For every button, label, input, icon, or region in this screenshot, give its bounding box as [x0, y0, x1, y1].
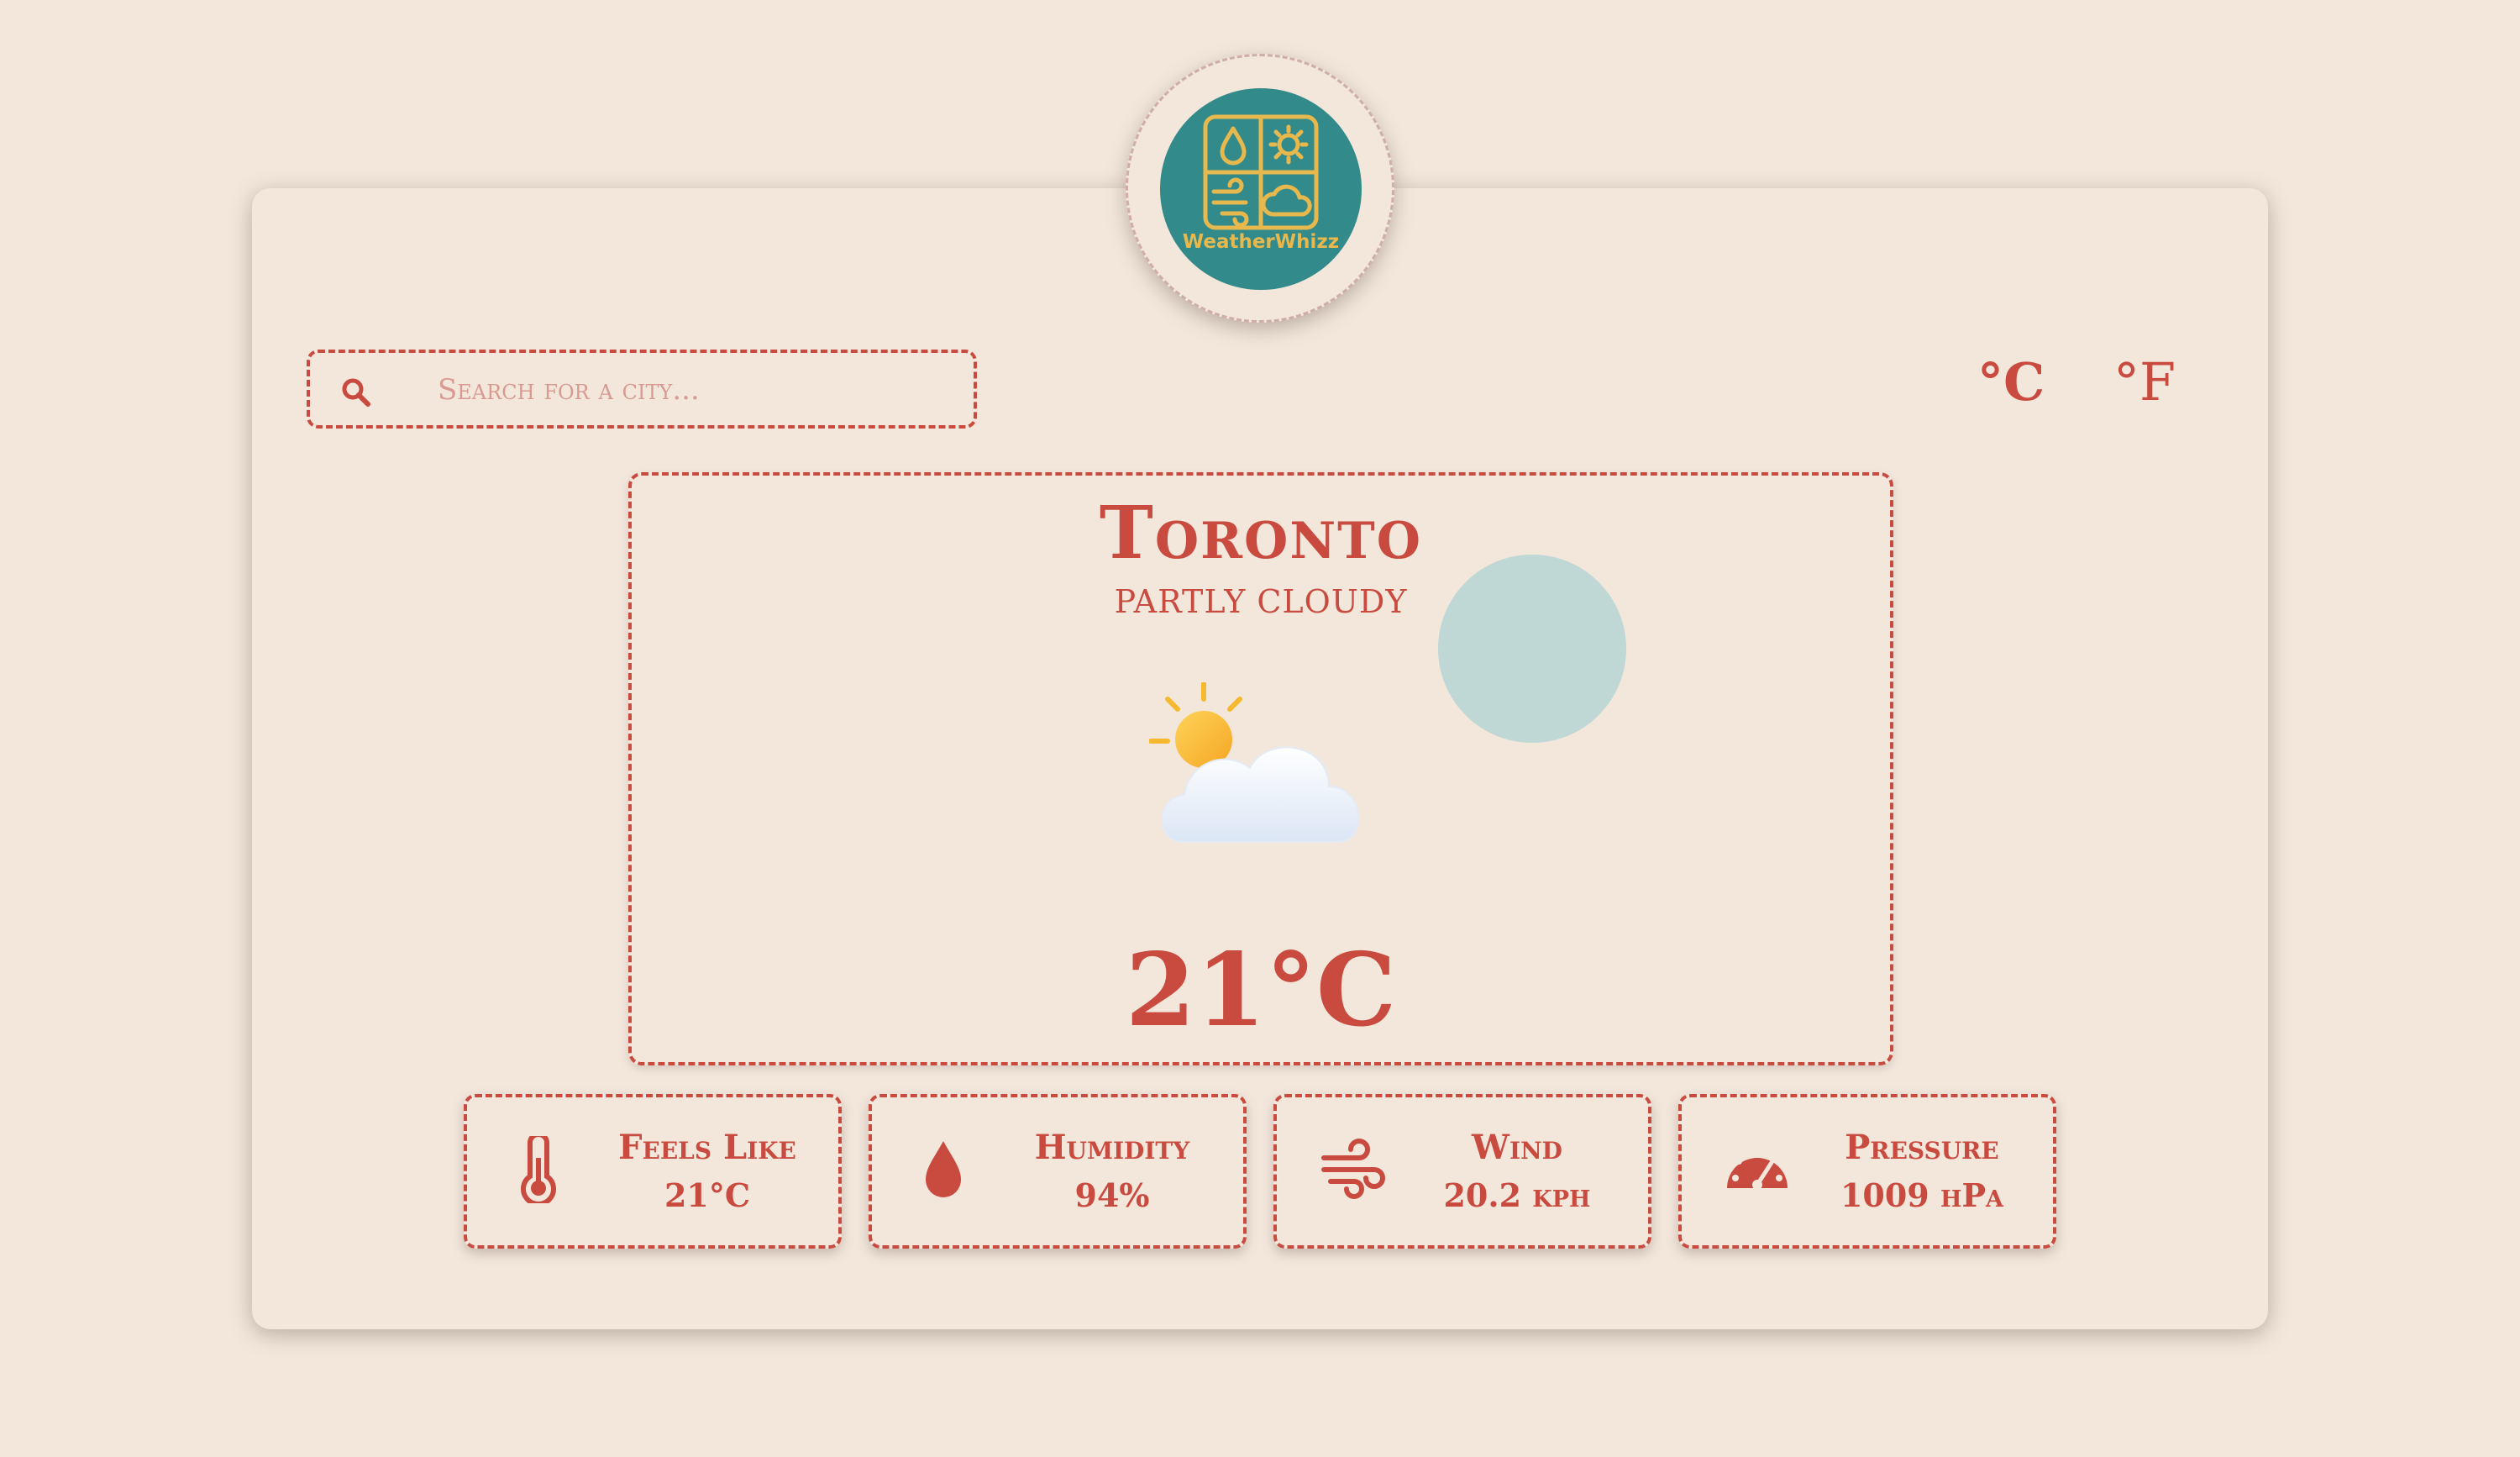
- logo-text: WeatherWhizz: [1182, 231, 1340, 253]
- thermometer-icon: [521, 1136, 556, 1203]
- current-temperature: 21°C: [1125, 931, 1397, 1049]
- search-box[interactable]: [307, 350, 977, 429]
- wind-label: Wind: [1472, 1128, 1562, 1167]
- gauge-icon: [1727, 1149, 1788, 1190]
- current-weather-panel: Toronto PARTLY CLOUDY 21°C: [628, 472, 1893, 1065]
- search-input[interactable]: [436, 368, 943, 412]
- humidity-label: Humidity: [1034, 1128, 1190, 1167]
- feels-like-tile: Feels Like 21°C: [464, 1094, 842, 1249]
- celsius-toggle[interactable]: °C: [1977, 351, 2045, 413]
- weather-grid-icon: [1203, 114, 1319, 230]
- wind-tile: Wind 20.2 kph: [1273, 1094, 1651, 1249]
- wind-value: 20.2 kph: [1443, 1176, 1591, 1214]
- pressure-label: Pressure: [1845, 1128, 1999, 1167]
- humidity-tile: Humidity 94%: [869, 1094, 1247, 1249]
- search-icon[interactable]: [340, 376, 372, 408]
- wind-icon: [1321, 1139, 1385, 1199]
- weather-condition: PARTLY CLOUDY: [1114, 583, 1408, 620]
- pressure-value: 1009 hPa: [1840, 1176, 2004, 1214]
- partly-cloudy-icon: [1149, 682, 1360, 843]
- fahrenheit-toggle[interactable]: °F: [2113, 351, 2176, 413]
- city-name: Toronto: [1099, 491, 1423, 576]
- pressure-tile: Pressure 1009 hPa: [1678, 1094, 2056, 1249]
- humidity-value: 94%: [1074, 1176, 1150, 1214]
- feels-like-value: 21°C: [664, 1176, 751, 1214]
- app-logo: WeatherWhizz: [1160, 88, 1362, 290]
- feels-like-label: Feels Like: [618, 1128, 796, 1167]
- droplet-icon: [926, 1141, 961, 1197]
